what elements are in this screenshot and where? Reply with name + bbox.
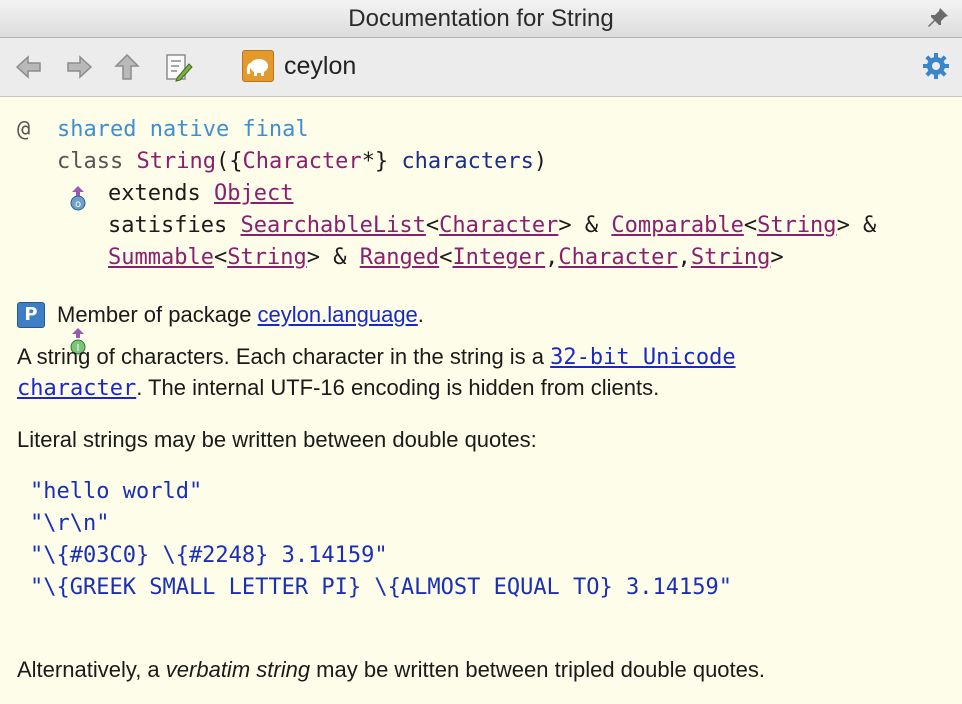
lt: < — [439, 245, 453, 270]
package-suffix: . — [417, 302, 424, 327]
code-line: "hello world" — [30, 479, 203, 504]
modifiers: shared native final — [57, 117, 309, 142]
amp: & — [319, 245, 360, 270]
code-line: "\{GREEK SMALL LETTER PI} \{ALMOST EQUAL… — [30, 575, 732, 600]
string-link[interactable]: String — [691, 245, 770, 270]
param-type: Character — [242, 149, 362, 174]
character-link[interactable]: Character — [439, 213, 558, 238]
class-name: String — [136, 149, 216, 174]
description-text: may be written between tripled double qu… — [310, 657, 766, 682]
arrow-right-icon[interactable] — [64, 52, 94, 82]
amp: & — [571, 213, 612, 238]
description-text: Alternatively, a — [17, 657, 166, 682]
character-link[interactable]: Character — [558, 245, 677, 270]
satisfies-keyword: satisfies — [108, 213, 228, 238]
class-signature: class String({Character*} characters) — [57, 149, 547, 174]
description-paragraph-2: Literal strings may be written between d… — [17, 427, 537, 452]
extends-clause: extends Object — [108, 181, 293, 206]
description-text: . The internal UTF-16 encoding is hidden… — [136, 375, 660, 400]
window-title-bar: Documentation for String — [0, 0, 962, 38]
package-link[interactable]: ceylon.language — [258, 302, 418, 327]
unicode-character-link[interactable]: character — [17, 376, 136, 401]
window-title: Documentation for String — [348, 5, 614, 32]
module-label: ceylon — [284, 51, 357, 80]
gt: > — [558, 213, 572, 238]
gear-icon[interactable] — [922, 52, 950, 80]
lt: < — [425, 213, 440, 238]
elephant-module-icon — [242, 50, 274, 82]
gt: > — [306, 245, 320, 270]
extends-type-link[interactable]: Object — [214, 181, 293, 206]
documentation-content: @ shared native final class String({Char… — [0, 97, 962, 704]
comparable-link[interactable]: Comparable — [611, 213, 743, 238]
gt: > — [770, 245, 784, 270]
summable-link[interactable]: Summable — [108, 245, 214, 270]
comma: , — [677, 245, 691, 270]
annotation-marker: @ — [17, 117, 31, 142]
package-icon: P — [17, 302, 45, 328]
string-link[interactable]: String — [757, 213, 836, 238]
ranged-link[interactable]: Ranged — [360, 245, 439, 270]
svg-text:o: o — [75, 199, 81, 210]
class-keyword: class — [57, 149, 124, 174]
unicode-link[interactable]: 32-bit Unicode — [550, 345, 735, 370]
string-link[interactable]: String — [227, 245, 306, 270]
code-line: "\{#03C0} \{#2248} 3.14159" — [30, 543, 388, 568]
edit-source-icon[interactable] — [163, 52, 193, 82]
package-prefix: Member of package — [57, 302, 258, 327]
amp: & — [849, 213, 890, 238]
searchablelist-link[interactable]: SearchableList — [240, 213, 425, 238]
extends-keyword: extends — [108, 181, 201, 206]
integer-link[interactable]: Integer — [452, 245, 545, 270]
satisfies-clause-line2: Summable<String> & Ranged<Integer,Charac… — [108, 245, 784, 270]
toolbar: ceylon — [0, 38, 962, 97]
lt: < — [743, 213, 758, 238]
param-name: characters — [401, 149, 534, 174]
extends-class-icon: o — [70, 186, 86, 211]
arrow-up-icon[interactable] — [112, 52, 142, 82]
param-open: ({ — [215, 149, 243, 174]
verbatim-string-term: verbatim string — [165, 657, 311, 682]
gt: > — [836, 213, 850, 238]
lt: < — [213, 245, 228, 270]
pin-icon[interactable] — [926, 6, 950, 30]
arrow-left-icon[interactable] — [14, 52, 44, 82]
code-line: "\r\n" — [30, 511, 110, 536]
description-text: A string of characters. Each character i… — [17, 344, 551, 369]
module-indicator: ceylon — [242, 50, 356, 82]
package-line: Member of package ceylon.language. — [57, 302, 424, 328]
comma: , — [545, 245, 559, 270]
description-paragraph-1-line-2: character. The internal UTF-16 encoding … — [17, 375, 659, 401]
param-close: ) — [533, 149, 548, 174]
description-paragraph-1-line-1: A string of characters. Each character i… — [17, 344, 736, 370]
description-paragraph-3: Alternatively, a verbatim string may be … — [17, 657, 765, 683]
param-star: *} — [361, 149, 389, 174]
satisfies-clause-line1: satisfies SearchableList<Character> & Co… — [108, 213, 890, 238]
